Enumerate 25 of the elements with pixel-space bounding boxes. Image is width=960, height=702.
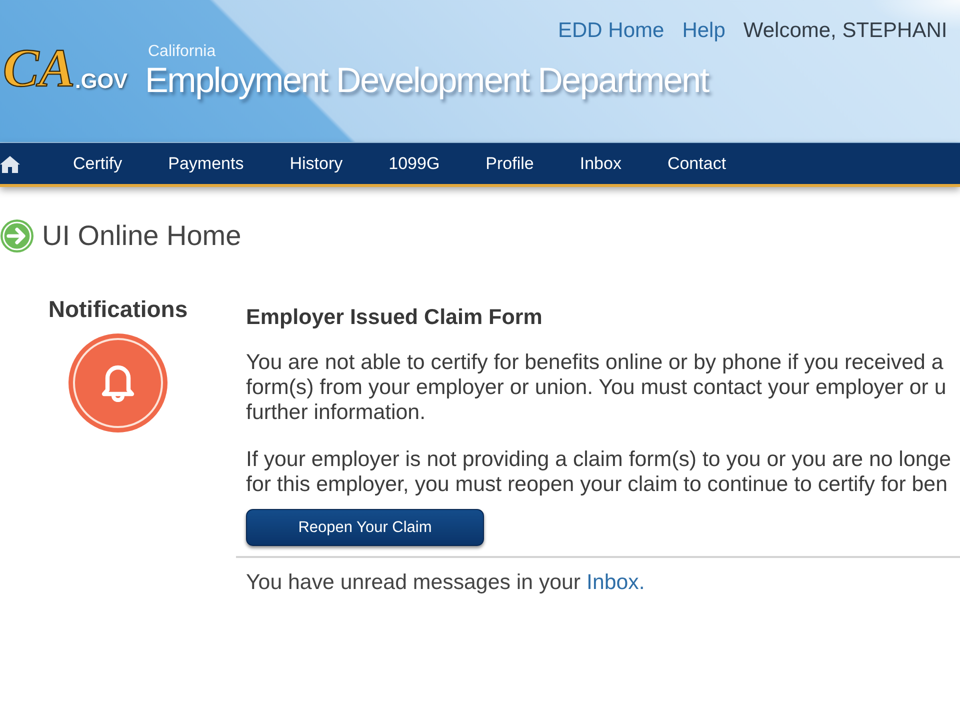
- nav-link[interactable]: Inbox: [556, 143, 644, 184]
- message-paragraph: If your employer is not providing a claim form(s) to you or you are no longe for this employer, you must reopen your claim to continue to certify for ben: [246, 447, 952, 497]
- nav-link[interactable]: Certify: [50, 143, 146, 184]
- header-link[interactable]: Help: [682, 19, 726, 43]
- message-paragraph: You are not able to certify for benefits online or by phone if you received a form(s) from your employer or union. You must contact your employer or u further information.: [246, 350, 946, 425]
- state-name: California: [148, 43, 216, 61]
- home-icon[interactable]: [0, 154, 20, 172]
- nav-link[interactable]: History: [266, 143, 366, 184]
- logo-mark: CA: [3, 38, 76, 98]
- reopen-claim-button[interactable]: Reopen Your Claim: [246, 509, 484, 546]
- message-title: Employer Issued Claim Form: [246, 304, 542, 330]
- notifications-heading: Notifications: [48, 295, 188, 323]
- unread-messages-text: You have unread messages in your Inbox.: [246, 570, 645, 595]
- bell-icon: [68, 333, 168, 433]
- nav-link[interactable]: Payments: [145, 143, 267, 184]
- header-link[interactable]: EDD Home: [558, 19, 664, 43]
- arrow-circle-icon: [0, 219, 34, 253]
- department-title: Employment Development Department: [145, 61, 708, 101]
- logo-suffix: .GOV: [75, 70, 128, 94]
- page-title: UI Online Home: [42, 219, 242, 253]
- nav-link[interactable]: Profile: [462, 143, 557, 184]
- welcome-text: Welcome, STEPHANI: [743, 19, 948, 43]
- inbox-link[interactable]: Inbox.: [586, 570, 645, 594]
- nav-link[interactable]: 1099G: [366, 143, 463, 184]
- nav-link[interactable]: Contact: [644, 143, 750, 184]
